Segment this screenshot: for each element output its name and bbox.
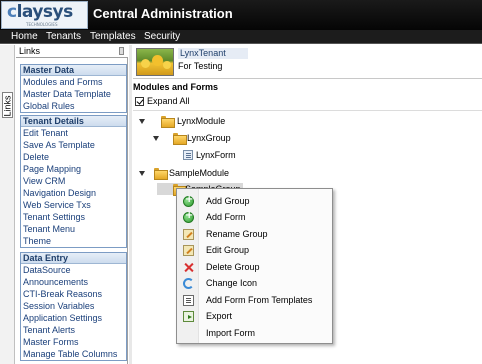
menu-item-add-group[interactable]: Add Group [177,194,332,210]
links-pane: Links Master Data Modules and Forms Mast… [16,45,128,364]
menu-security[interactable]: Security [144,31,180,42]
menu-item-label: Add Form From Templates [206,295,313,305]
group-title-data-entry: Data Entry [21,253,126,264]
links-pane-splitter[interactable] [129,45,132,364]
logo-text-prefix: c [7,2,17,22]
collapse-arrow-icon[interactable] [139,171,145,176]
menu-item-change-icon[interactable]: Change Icon [177,276,332,292]
link-edit-tenant[interactable]: Edit Tenant [21,127,126,139]
add-icon [183,194,194,207]
app-header: claysys TECHNOLOGIES Central Administrat… [0,0,482,30]
menu-item-label: Import Form [206,328,256,338]
folder-icon [173,133,187,145]
link-navigation-design[interactable]: Navigation Design [21,187,126,199]
menu-item-label: Delete Group [206,262,260,272]
menu-item-delete-group[interactable]: Delete Group [177,260,332,276]
collapse-arrow-icon[interactable] [153,136,159,141]
menu-item-rename-group[interactable]: Rename Group [177,227,332,243]
logo-subtext: TECHNOLOGIES [26,22,58,27]
link-page-mapping[interactable]: Page Mapping [21,163,126,175]
context-menu: Add Group Add Form Rename Group Edit Gro… [176,188,333,344]
app-title: Central Administration [93,6,233,21]
expand-all-row: Expand All [133,96,482,108]
link-cti-break-reasons[interactable]: CTI-Break Reasons [21,288,126,300]
export-icon [183,311,194,322]
tree-node-label: LynxModule [177,116,226,126]
menu-item-export[interactable]: Export [177,309,332,325]
links-vertical-tab[interactable]: Links [2,92,13,118]
menu-home[interactable]: Home [11,31,38,42]
main-menu-bar: Home Tenants Templates Security [0,30,482,44]
collapse-arrow-icon[interactable] [139,119,145,124]
pin-icon[interactable] [119,47,124,55]
tree-node-label: SampleModule [169,168,230,178]
group-master-data: Master Data Modules and Forms Master Dat… [20,64,127,113]
template-icon [183,295,194,306]
links-pane-header: Links [16,45,128,58]
menu-item-add-form[interactable]: Add Form [177,210,332,226]
expand-all-checkbox[interactable] [135,97,144,106]
link-tenant-alerts[interactable]: Tenant Alerts [21,324,126,336]
menu-tenants[interactable]: Tenants [46,31,81,42]
tenant-banner: LynxTenant For Testing [133,45,482,79]
tenant-name: LynxTenant [178,48,248,59]
folder-icon [154,168,168,180]
menu-templates[interactable]: Templates [90,31,136,42]
link-save-as-template[interactable]: Save As Template [21,139,126,151]
expand-all-label[interactable]: Expand All [147,96,190,106]
menu-item-label: Change Icon [206,278,258,288]
tree-node-label: LynxForm [196,150,236,160]
delete-x-icon [183,262,194,273]
logo-text: laysys [16,2,74,22]
section-title: Modules and Forms [133,82,219,92]
menu-item-label: Edit Group [206,245,250,255]
tenant-description: For Testing [178,61,223,71]
group-title-tenant-details: Tenant Details [21,116,126,127]
link-master-data-template[interactable]: Master Data Template [21,88,126,100]
link-theme[interactable]: Theme [21,235,126,247]
tenant-image [136,48,174,76]
pencil-icon [183,229,194,240]
links-pane-title: Links [19,46,41,56]
link-view-crm[interactable]: View CRM [21,175,126,187]
group-tenant-details: Tenant Details Edit Tenant Save As Templ… [20,115,127,248]
pencil-icon [183,245,194,256]
link-web-service-txs[interactable]: Web Service Txs [21,199,126,211]
link-manage-table-columns[interactable]: Manage Table Columns [21,348,126,360]
claysys-logo: claysys TECHNOLOGIES [1,1,88,29]
tree-node-label: LynxGroup [187,133,231,143]
menu-item-label: Export [206,311,233,321]
menu-item-label: Add Form [206,212,246,222]
link-application-settings[interactable]: Application Settings [21,312,126,324]
link-delete[interactable]: Delete [21,151,126,163]
link-session-variables[interactable]: Session Variables [21,300,126,312]
links-vertical-tab-label: Links [2,95,13,117]
link-master-forms[interactable]: Master Forms [21,336,126,348]
refresh-icon [183,278,194,289]
group-title-master-data: Master Data [21,65,126,76]
link-datasource[interactable]: DataSource [21,264,126,276]
menu-item-label: Rename Group [206,229,268,239]
link-global-rules[interactable]: Global Rules [21,100,126,112]
folder-icon [161,116,175,128]
link-modules-and-forms[interactable]: Modules and Forms [21,76,126,88]
menu-item-import-form[interactable]: Import Form [177,326,332,342]
group-data-entry: Data Entry DataSource Announcements CTI-… [20,252,127,361]
menu-item-edit-group[interactable]: Edit Group [177,243,332,259]
form-icon [183,150,193,160]
link-announcements[interactable]: Announcements [21,276,126,288]
menu-item-label: Add Group [206,196,250,206]
link-tenant-settings[interactable]: Tenant Settings [21,211,126,223]
link-tenant-menu[interactable]: Tenant Menu [21,223,126,235]
links-vertical-tab-strip: Links [0,45,15,364]
menu-item-add-form-from-templates[interactable]: Add Form From Templates [177,293,332,309]
add-icon [183,210,194,223]
